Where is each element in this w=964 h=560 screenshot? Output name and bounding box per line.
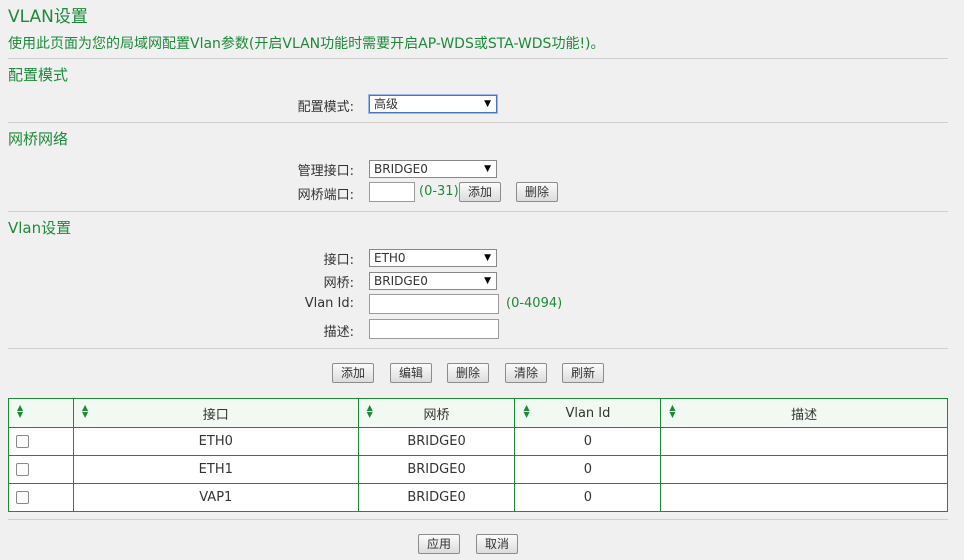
bridge-port-input[interactable] [369, 182, 415, 202]
chevron-down-icon: ▼ [484, 276, 491, 286]
cell-bridge: BRIDGE0 [357, 427, 516, 456]
interface-value: ETH0 [374, 251, 406, 265]
sort-icon: ▲ ▼ [669, 403, 676, 419]
row-checkbox[interactable] [16, 491, 29, 504]
sort-icon: ▲ ▼ [17, 403, 24, 419]
cell-bridge: BRIDGE0 [357, 455, 516, 484]
row-checkbox[interactable] [16, 435, 29, 448]
divider [8, 348, 948, 349]
cell-vlan-id: 0 [514, 427, 662, 456]
divider [8, 122, 948, 123]
apply-button[interactable]: 应用 [418, 534, 460, 554]
section-vlan-settings: Vlan设置 [8, 219, 72, 237]
add-button[interactable]: 添加 [332, 363, 374, 383]
table-row: ETH0 BRIDGE0 0 [8, 427, 948, 456]
config-mode-label: 配置模式: [297, 100, 354, 115]
cell-vlan-id: 0 [514, 483, 662, 512]
cell-description [660, 455, 948, 484]
column-header-bridge[interactable]: ▲ ▼ 网桥 [357, 398, 516, 428]
bridge-port-add-button[interactable]: 添加 [459, 182, 501, 202]
column-header-interface[interactable]: ▲ ▼ 接口 [72, 398, 359, 428]
mgmt-interface-label: 管理接口: [297, 164, 354, 179]
page-title: VLAN设置 [8, 7, 88, 27]
bridge-port-delete-button[interactable]: 删除 [516, 182, 558, 202]
column-header-select[interactable]: ▲ ▼ [8, 398, 74, 428]
table-row: VAP1 BRIDGE0 0 [8, 483, 948, 512]
bridge-port-hint: (0-31) [419, 184, 459, 199]
cell-interface: ETH0 [72, 427, 359, 456]
table-row: ETH1 BRIDGE0 0 [8, 455, 948, 484]
bridge-label: 网桥: [323, 276, 354, 291]
description-label: 描述: [323, 325, 354, 340]
mgmt-interface-select[interactable]: BRIDGE0 ▼ [369, 160, 497, 178]
chevron-down-icon: ▼ [484, 164, 491, 174]
column-header-vlan-id[interactable]: ▲ ▼ Vlan Id [514, 398, 662, 428]
cell-description [660, 427, 948, 456]
config-mode-value: 高级 [374, 97, 399, 111]
description-input[interactable] [369, 319, 499, 339]
chevron-down-icon: ▼ [484, 253, 491, 263]
page-description: 使用此页面为您的局域网配置Vlan参数(开启VLAN功能时需要开启AP-WDS或… [8, 36, 605, 52]
cell-vlan-id: 0 [514, 455, 662, 484]
vlan-id-hint: (0-4094) [506, 296, 563, 311]
section-config-mode: 配置模式 [8, 66, 69, 84]
edit-button[interactable]: 编辑 [390, 363, 432, 383]
interface-select[interactable]: ETH0 ▼ [369, 249, 497, 267]
cell-interface: VAP1 [72, 483, 359, 512]
bridge-select[interactable]: BRIDGE0 ▼ [369, 272, 497, 290]
vlan-table: ▲ ▼ ▲ ▼ 接口 ▲ ▼ 网桥 ▲ ▼ Vlan Id ▲ ▼ 描述 ETH0 BRIDGE0… [8, 398, 948, 512]
sort-icon: ▲ ▼ [366, 403, 373, 419]
divider [8, 211, 948, 212]
row-checkbox[interactable] [16, 463, 29, 476]
sort-icon: ▲ ▼ [523, 403, 530, 419]
delete-button[interactable]: 删除 [447, 363, 489, 383]
clear-button[interactable]: 清除 [505, 363, 547, 383]
cell-bridge: BRIDGE0 [357, 483, 516, 512]
divider [8, 519, 948, 520]
section-bridge-network: 网桥网络 [8, 130, 69, 148]
column-header-description[interactable]: ▲ ▼ 描述 [660, 398, 948, 428]
refresh-button[interactable]: 刷新 [562, 363, 604, 383]
cell-interface: ETH1 [72, 455, 359, 484]
config-mode-select[interactable]: 高级 ▼ [369, 95, 497, 113]
bridge-port-label: 网桥端口: [297, 188, 354, 203]
vlan-id-input[interactable] [369, 294, 499, 314]
cancel-button[interactable]: 取消 [476, 534, 518, 554]
mgmt-interface-value: BRIDGE0 [374, 162, 428, 176]
divider [8, 58, 948, 59]
vlan-id-label: Vlan Id: [304, 296, 354, 311]
cell-description [660, 483, 948, 512]
chevron-down-icon: ▼ [484, 99, 491, 109]
bridge-value: BRIDGE0 [374, 274, 428, 288]
table-header: ▲ ▼ ▲ ▼ 接口 ▲ ▼ 网桥 ▲ ▼ Vlan Id ▲ ▼ 描述 [8, 398, 948, 428]
interface-label: 接口: [323, 253, 354, 268]
sort-icon: ▲ ▼ [81, 403, 89, 419]
